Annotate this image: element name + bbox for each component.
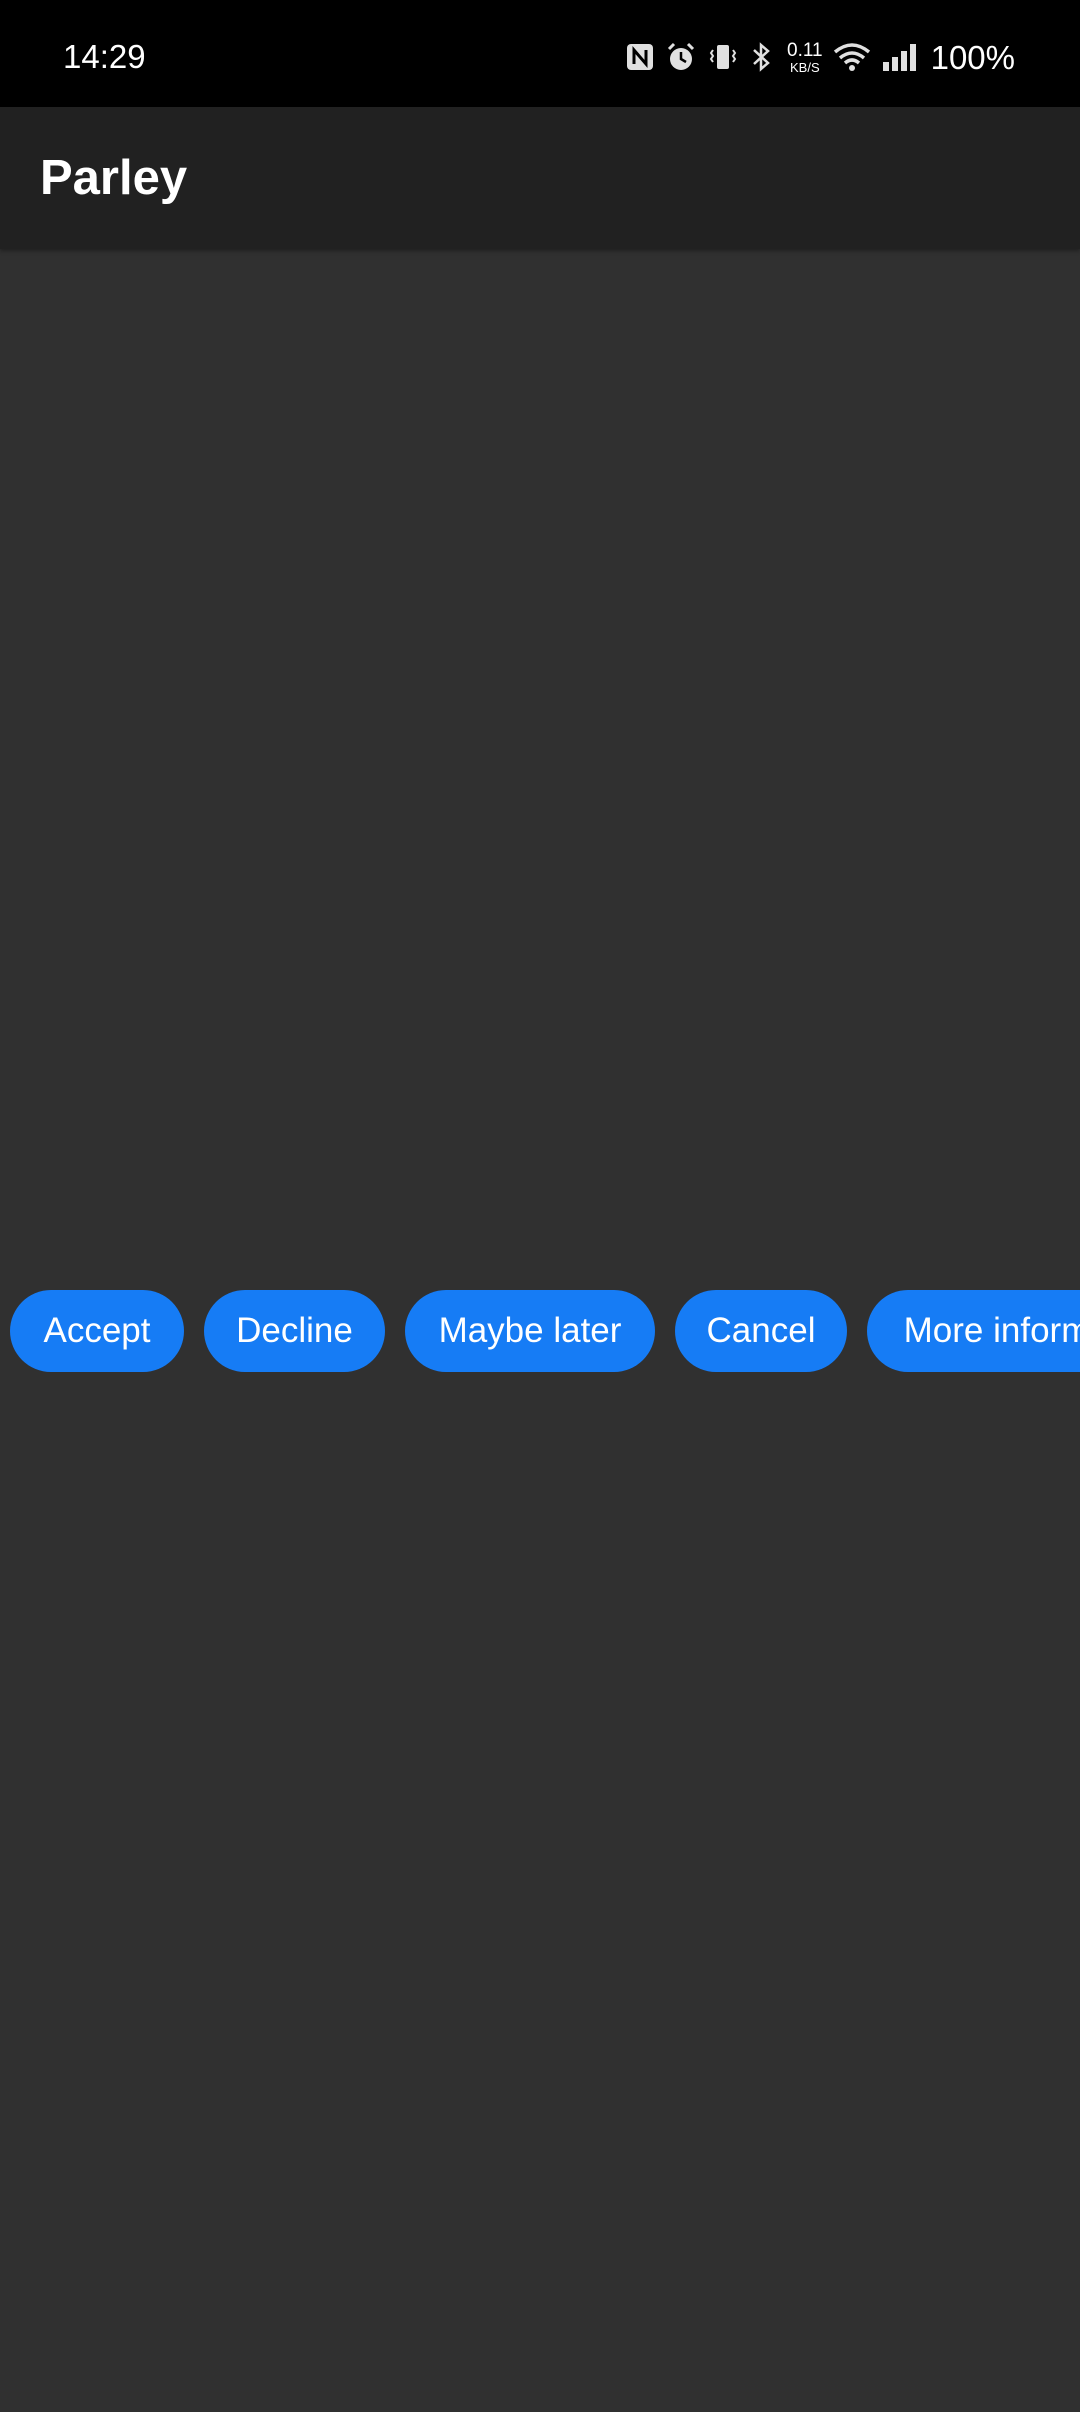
bluetooth-icon — [749, 41, 775, 73]
battery-percentage: 100% — [930, 38, 1015, 76]
maybe-later-button[interactable]: Maybe later — [405, 1290, 655, 1372]
app-title: Parley — [40, 151, 188, 205]
status-icons: 0.11 KB/S 100% — [615, 37, 1015, 77]
network-speed-unit: KB/S — [789, 59, 820, 75]
network-speed: 0.11 KB/S — [787, 41, 823, 74]
cancel-button[interactable]: Cancel — [675, 1290, 847, 1372]
wifi-icon — [833, 42, 871, 72]
vibrate-icon — [707, 41, 739, 73]
signal-icon — [881, 42, 919, 72]
more-information-button[interactable]: More inform — [867, 1290, 1080, 1372]
status-time: 14:29 — [63, 38, 146, 75]
screen: 14:29 0.11 KB/S 100% Parley Accept Decli… — [0, 0, 1080, 2412]
app-bar: Parley — [0, 107, 1080, 249]
quick-reply-chips: Accept Decline Maybe later Cancel More i… — [0, 1290, 1080, 1372]
accept-button[interactable]: Accept — [10, 1290, 184, 1372]
decline-button[interactable]: Decline — [204, 1290, 385, 1372]
alarm-icon — [665, 41, 697, 73]
nfc-icon — [625, 42, 655, 72]
status-bar: 14:29 0.11 KB/S 100% — [0, 0, 1080, 107]
network-speed-value: 0.11 — [787, 39, 823, 61]
